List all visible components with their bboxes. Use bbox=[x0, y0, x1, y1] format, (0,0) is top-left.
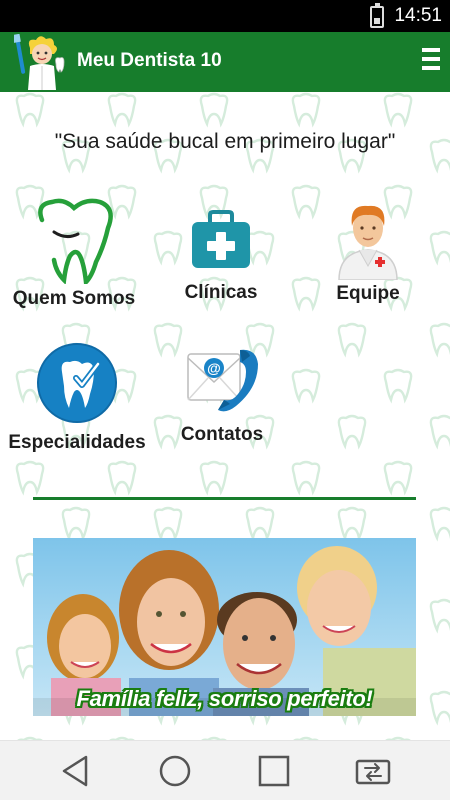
recents-icon[interactable] bbox=[254, 753, 294, 789]
system-nav-bar bbox=[0, 740, 450, 800]
menu-tile-equipe[interactable]: Equipe bbox=[306, 200, 430, 305]
back-icon[interactable] bbox=[56, 753, 96, 789]
main-content: "Sua saúde bucal em primeiro lugar" Quem… bbox=[0, 92, 450, 740]
first-aid-kit-icon bbox=[192, 210, 250, 268]
menu-tile-label: Equipe bbox=[336, 283, 400, 304]
family-banner[interactable]: Família feliz, sorriso perfeito! bbox=[33, 538, 416, 716]
menu-tile-label: Clínicas bbox=[184, 282, 258, 303]
status-time: 14:51 bbox=[394, 5, 442, 26]
menu-tile-contatos[interactable]: @ Contatos bbox=[170, 344, 274, 446]
dentist-mascot-logo bbox=[14, 34, 65, 90]
app-title: Meu Dentista 10 bbox=[77, 50, 222, 71]
tooth-outline-icon bbox=[38, 198, 113, 284]
menu-tile-label: Quem Somos bbox=[12, 288, 136, 309]
switch-app-icon[interactable] bbox=[353, 753, 393, 789]
tagline: "Sua saúde bucal em primeiro lugar" bbox=[54, 130, 396, 153]
menu-tile-label: Contatos bbox=[180, 424, 264, 445]
battery-icon bbox=[370, 3, 384, 28]
status-bar: 14:51 bbox=[0, 0, 450, 32]
section-divider bbox=[33, 497, 416, 500]
hamburger-menu-icon[interactable] bbox=[422, 48, 442, 74]
tooth-check-icon bbox=[37, 343, 117, 423]
home-icon[interactable] bbox=[155, 753, 195, 789]
menu-tile-clinicas[interactable]: Clínicas bbox=[158, 210, 284, 304]
menu-tile-label: Especialidades bbox=[8, 432, 146, 453]
email-phone-icon: @ bbox=[187, 349, 258, 412]
app-bar: Meu Dentista 10 bbox=[0, 32, 450, 92]
banner-caption: Família feliz, sorriso perfeito! bbox=[76, 686, 373, 711]
doctor-icon bbox=[338, 205, 398, 280]
menu-tile-especialidades[interactable]: Especialidades bbox=[3, 342, 151, 454]
svg-text:@: @ bbox=[207, 360, 221, 376]
menu-tile-quem-somos[interactable]: Quem Somos bbox=[5, 198, 143, 310]
